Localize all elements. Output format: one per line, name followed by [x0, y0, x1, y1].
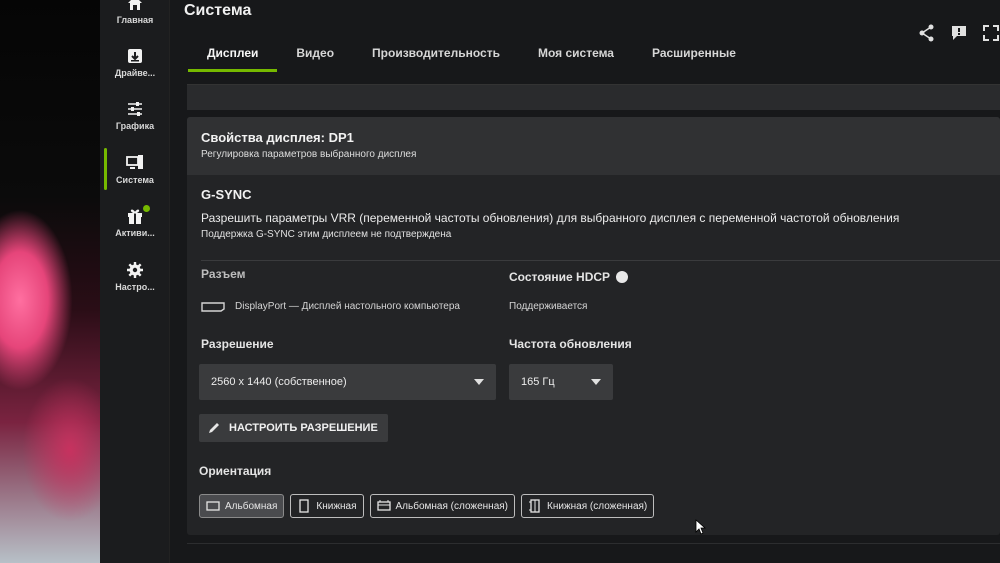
header-actions [918, 24, 1000, 42]
desktop-wallpaper [0, 0, 100, 563]
customize-resolution-button[interactable]: НАСТРОИТЬ РАЗРЕШЕНИЕ [199, 414, 388, 442]
portrait-icon [299, 499, 310, 513]
sidebar-item-label: Драйве... [114, 68, 156, 78]
info-icon[interactable] [616, 271, 628, 283]
feedback-icon[interactable] [950, 24, 968, 42]
connector-value-row: DisplayPort — Дисплей настольного компью… [201, 301, 460, 312]
fullscreen-icon[interactable] [982, 24, 1000, 42]
refresh-rate-value: 165 Гц [521, 376, 555, 388]
customize-resolution-label: НАСТРОИТЬ РАЗРЕШЕНИЕ [229, 422, 378, 434]
sidebar-item-settings[interactable]: Настро... [100, 261, 170, 311]
orientation-label: Ориентация [199, 464, 272, 478]
sidebar: Главная Драйве... Графика Система Активи… [100, 0, 170, 563]
orientation-option-label: Альбомная [225, 500, 278, 512]
display-selector-panel [187, 84, 1000, 110]
page-title: Система [184, 2, 252, 19]
connector-label: Разъем [201, 267, 246, 281]
share-icon[interactable] [918, 24, 936, 42]
resolution-label: Разрешение [201, 337, 274, 351]
landscape-icon [206, 501, 220, 511]
orientation-option-label: Альбомная (сложенная) [395, 500, 509, 512]
gsync-description: Разрешить параметры VRR (переменной част… [201, 211, 900, 225]
gsync-title: G-SYNC [201, 187, 252, 202]
monitor-icon [126, 155, 143, 169]
orientation-option-label: Книжная (сложенная) [547, 500, 648, 512]
app-window: Главная Драйве... Графика Система Активи… [100, 0, 1000, 563]
divider [201, 260, 1000, 261]
orientation-portrait[interactable]: Книжная [290, 494, 364, 518]
sidebar-item-drivers[interactable]: Драйве... [100, 47, 170, 97]
sidebar-item-label: Активи... [115, 228, 155, 238]
tab-my-system[interactable]: Моя система [519, 40, 633, 72]
panel-header: Свойства дисплея: DP1 Регулировка параме… [187, 117, 1000, 175]
notification-dot [143, 205, 150, 212]
orientation-landscape-flipped[interactable]: Альбомная (сложенная) [369, 494, 516, 518]
mouse-cursor-icon [695, 519, 707, 535]
download-icon [128, 49, 142, 63]
chevron-down-icon [474, 379, 484, 385]
gsync-section: G-SYNC Разрешить параметры VRR (переменн… [201, 187, 899, 240]
orientation-landscape[interactable]: Альбомная [199, 494, 285, 518]
connector-value: DisplayPort — Дисплей настольного компью… [235, 301, 460, 312]
sidebar-item-graphics[interactable]: Графика [100, 100, 170, 150]
tab-advanced[interactable]: Расширенные [633, 40, 755, 72]
sidebar-item-activity[interactable]: Активи... [100, 207, 170, 257]
orientation-options: Альбомная Книжная Альбомная (сложенная) … [199, 494, 655, 518]
resolution-value: 2560 x 1440 (собственное) [211, 376, 347, 388]
displayport-icon [201, 301, 225, 312]
hdcp-value: Поддерживается [509, 301, 588, 312]
panel-title: Свойства дисплея: DP1 [201, 130, 354, 145]
gsync-note: Поддержка G-SYNC этим дисплеем не подтве… [201, 229, 452, 240]
resolution-dropdown[interactable]: 2560 x 1440 (собственное) [199, 364, 496, 400]
sidebar-item-label: Графика [115, 121, 155, 131]
chevron-down-icon [591, 379, 601, 385]
portrait-flipped-icon [529, 499, 540, 513]
refresh-rate-dropdown[interactable]: 165 Гц [509, 364, 613, 400]
tab-video[interactable]: Видео [277, 40, 353, 72]
sidebar-item-label: Настро... [115, 282, 155, 292]
tab-bar: Дисплеи Видео Производительность Моя сис… [188, 40, 755, 72]
hdcp-label: Состояние HDCP [509, 270, 611, 284]
pencil-icon [209, 423, 219, 433]
landscape-flipped-icon [376, 500, 391, 511]
tab-performance[interactable]: Производительность [353, 40, 519, 72]
display-properties-panel: Свойства дисплея: DP1 Регулировка параме… [187, 117, 1000, 535]
sliders-icon [128, 102, 142, 116]
home-icon [128, 0, 142, 10]
gear-icon [127, 262, 143, 278]
sidebar-item-home[interactable]: Главная [100, 0, 170, 44]
gift-icon [128, 209, 142, 224]
panel-subtitle: Регулировка параметров выбранного диспле… [201, 149, 417, 160]
orientation-option-label: Книжная [316, 500, 357, 512]
orientation-portrait-flipped[interactable]: Книжная (сложенная) [521, 494, 655, 518]
tab-displays[interactable]: Дисплеи [188, 40, 278, 72]
refresh-rate-label: Частота обновления [509, 337, 632, 351]
sidebar-item-label: Главная [116, 15, 154, 25]
sidebar-item-system[interactable]: Система [100, 154, 170, 204]
sidebar-item-label: Система [116, 175, 154, 185]
divider [187, 543, 1000, 544]
